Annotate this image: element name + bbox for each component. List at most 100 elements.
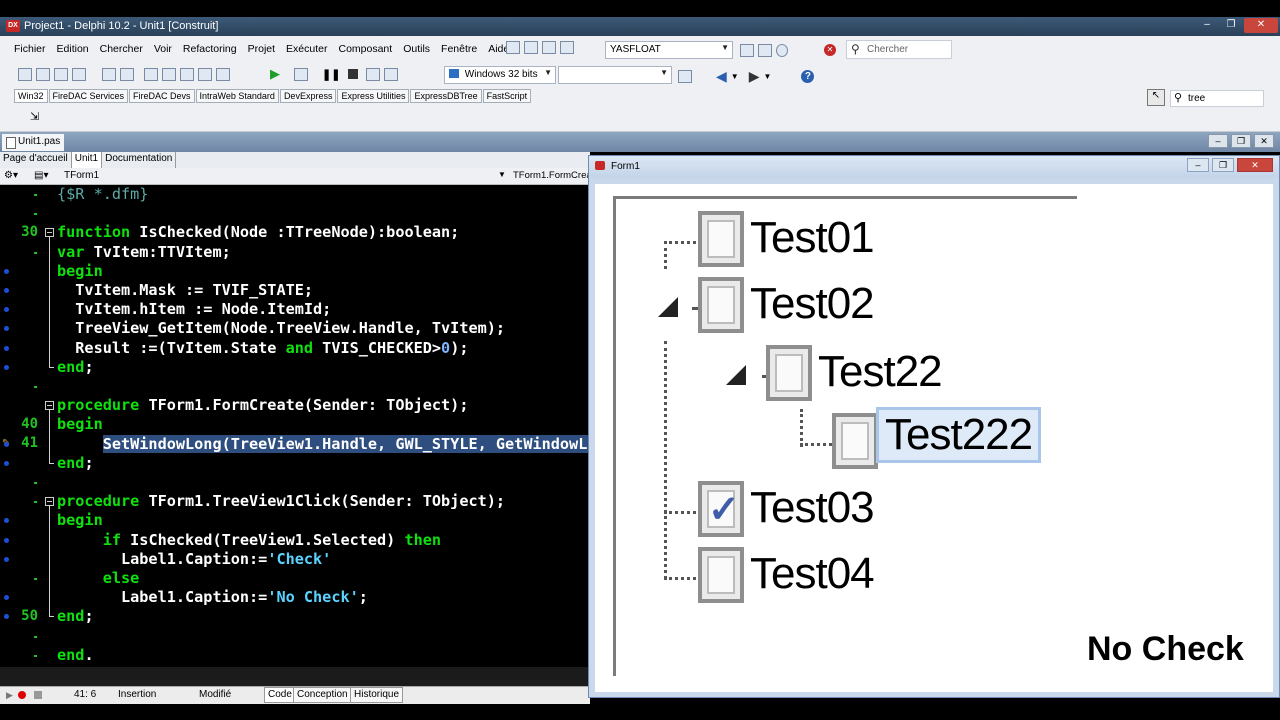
code-line[interactable]: procedure TForm1.TreeView1Click(Sender: … [57,492,505,511]
open-project-icon[interactable] [72,68,86,81]
palette-tab-express-utilities[interactable]: Express Utilities [337,89,410,103]
class-combo[interactable]: TForm1 [64,170,99,181]
breakpoint-dot-icon[interactable] [4,518,9,524]
breakpoint-dot-icon[interactable] [4,537,9,543]
layout-icon[interactable] [740,44,754,57]
palette-tab-devexpress[interactable]: DevExpress [279,89,337,103]
breakpoint-dot-icon[interactable] [4,441,9,447]
fold-toggle-icon[interactable] [45,228,54,238]
collapse-triangle-icon[interactable] [726,365,746,385]
breakpoint-dot-icon[interactable] [4,288,9,293]
tree-node-test03[interactable]: Test03 [750,483,875,533]
close-button[interactable]: ✕ [1254,134,1274,148]
code-line[interactable]: end. [57,646,94,665]
restore-button[interactable]: ❐ [1231,134,1251,148]
trace-into-icon[interactable] [384,67,399,81]
code-line[interactable]: Label1.Caption:='No Check'; [57,588,368,607]
layout-switch-icon[interactable] [758,44,772,57]
layout-combo[interactable]: YASFLOAT ▼ [605,41,733,59]
palette-tab-expressdbtree[interactable]: ExpressDBTree [410,89,482,103]
collapse-triangle-icon[interactable] [658,297,678,317]
breakpoint-dot-icon[interactable] [4,595,9,601]
code-line[interactable]: TreeView_GetItem(Node.TreeView.Handle, T… [57,319,505,338]
tree-checkbox[interactable] [832,413,878,469]
run-without-debug-icon[interactable] [294,67,308,81]
code-line[interactable]: begin [57,415,103,434]
record-macro-icon[interactable] [18,691,26,699]
palette-tab-fastscript[interactable]: FastScript [482,89,532,103]
menu-fenetre[interactable]: Fenêtre [441,43,477,55]
menu-outils[interactable]: Outils [403,43,430,55]
calendar-icon[interactable] [524,41,538,54]
code-line[interactable]: end; [57,358,94,377]
menu-chercher[interactable]: Chercher [100,43,143,55]
help-icon[interactable]: ? [801,70,815,83]
stop-program-icon[interactable] [348,69,359,79]
tree-node-test02[interactable]: Test02 [750,279,875,329]
breakpoint-dot-icon[interactable] [4,307,9,313]
palette-search-box[interactable]: ⚲ tree [1170,90,1264,107]
breakpoint-dot-icon[interactable] [4,556,9,562]
stop-icon[interactable]: ✕ [824,44,836,56]
chevron-down-icon[interactable]: ▼ [498,170,506,179]
save-desktop-icon[interactable] [542,41,556,54]
editor-file-tab[interactable]: Unit1.pas [2,134,64,151]
tab-unit1[interactable]: Unit1 [71,152,103,168]
tree-node-test222[interactable]: Test222 [876,407,1042,463]
new-unit-icon[interactable] [102,68,116,81]
treeview1[interactable]: Test01 Test02 Test22 Test222 ✓ Test03 Te… [613,196,1077,676]
menu-refactoring[interactable]: Refactoring [183,43,237,55]
step-over-icon[interactable] [366,67,381,81]
menu-executer[interactable]: Exécuter [286,43,327,55]
pause-icon[interactable]: ❚❚ [322,68,340,81]
code-editor[interactable]: {$R *.dfm} function IsChecked(Node :TTree… [57,185,590,667]
palette-tab-firedac-devs[interactable]: FireDAC Devs [129,89,195,103]
menu-projet[interactable]: Projet [248,43,275,55]
ide-search-box[interactable]: ⚲ Chercher [846,40,952,59]
back-dropdown-icon[interactable]: ▼ [731,72,739,81]
code-line[interactable]: {$R *.dfm} [57,185,148,204]
tab-page-accueil[interactable]: Page d'accueil [0,152,72,168]
tree-checkbox-checked[interactable]: ✓ [698,481,744,537]
breakpoint-dot-icon[interactable] [4,460,9,466]
minimize-button[interactable]: – [1187,158,1209,172]
pointer-tool-button[interactable]: ↖ [1147,89,1165,106]
close-button[interactable]: ✕ [1237,158,1273,172]
menu-voir[interactable]: Voir [154,43,172,55]
theme-icon[interactable] [776,44,788,57]
code-line[interactable]: function IsChecked(Node :TTreeNode):bool… [57,223,459,242]
mail-icon[interactable] [506,41,520,54]
breakpoint-dot-icon[interactable] [4,345,9,351]
palette-tab-firedac-services[interactable]: FireDAC Services [48,89,129,103]
minimize-button[interactable]: – [1196,18,1218,33]
form1-titlebar[interactable]: Form1 – ❐ ✕ [589,156,1279,178]
code-line[interactable]: SetWindowLong(TreeView1.Handle, GWL_STYL… [57,434,590,454]
project-manager-icon[interactable]: ⚙▾ [4,170,18,181]
open-file-icon[interactable] [180,68,194,81]
refresh-icon[interactable] [678,70,692,83]
maximize-button[interactable]: ❐ [1220,18,1242,33]
save-icon[interactable] [144,68,158,81]
config-combo[interactable]: ▼ [558,66,672,84]
palette-component-icon[interactable]: ⇲ [30,110,39,123]
code-line[interactable]: end; [57,454,94,473]
tree-checkbox[interactable] [698,547,744,603]
palette-tab-intraweb-standard[interactable]: IntraWeb Standard [195,89,279,103]
form1-window[interactable]: Form1 – ❐ ✕ Test01 Test02 Test22 Test222… [588,155,1280,698]
code-line[interactable]: begin [57,262,103,281]
remove-from-project-icon[interactable] [216,68,230,81]
minimize-button[interactable]: – [1208,134,1228,148]
close-button[interactable]: ✕ [1244,18,1278,33]
menu-composant[interactable]: Composant [338,43,392,55]
maximize-button[interactable]: ❐ [1212,158,1234,172]
tab-documentation[interactable]: Documentation [102,152,177,168]
forward-icon[interactable]: ▶ [749,68,760,85]
menu-edition[interactable]: Edition [57,43,89,55]
new-icon[interactable] [18,68,32,81]
code-line[interactable]: else [57,569,140,588]
breakpoint-dot-icon[interactable] [4,364,9,370]
tab-conception[interactable]: Conception [293,687,352,703]
breakpoint-dot-icon[interactable] [4,268,9,274]
code-line[interactable]: if IsChecked(TreeView1.Selected) then [57,531,441,550]
add-to-project-icon[interactable] [198,68,212,81]
